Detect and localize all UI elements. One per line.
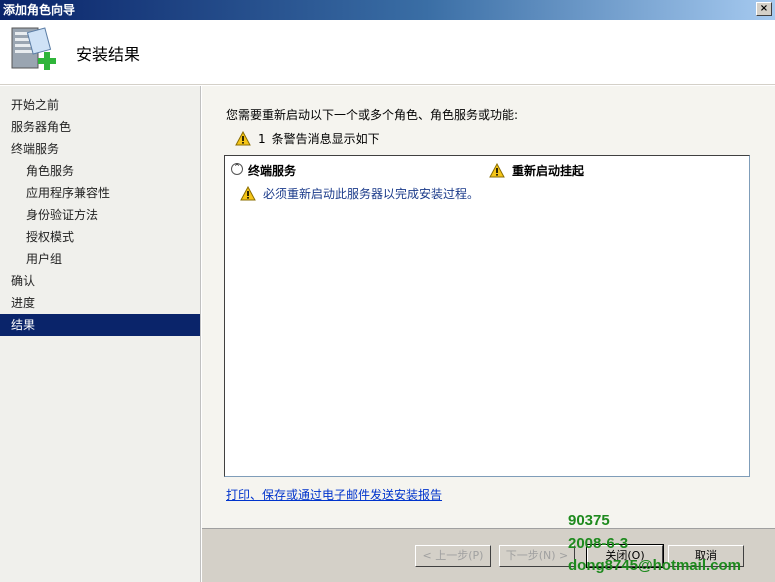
- role-result-header: ⌃ 终端服务 重新启动挂起: [231, 162, 743, 180]
- window-titlebar: 添加角色向导 ×: [0, 0, 775, 20]
- sidebar-item[interactable]: 开始之前: [0, 94, 200, 116]
- intro-text: 您需要重新启动以下一个或多个角色、角色服务或功能:: [226, 108, 519, 122]
- role-status-text: 重新启动挂起: [512, 164, 585, 178]
- sidebar-item[interactable]: 授权模式: [0, 226, 200, 248]
- wizard-sidebar: 开始之前 服务器角色 终端服务 角色服务 应用程序兼容性 身份验证方法 授权模式 用户组 确认进…: [0, 86, 201, 582]
- sidebar-item[interactable]: 身份验证方法: [0, 204, 200, 226]
- sidebar-item[interactable]: 确认: [0, 270, 200, 292]
- role-name: 终端服务: [248, 164, 297, 178]
- sidebar-item[interactable]: 终端服务: [0, 138, 200, 160]
- watermark-id: 90375: [568, 512, 610, 529]
- sidebar-item[interactable]: 用户组: [0, 248, 200, 270]
- results-list[interactable]: ⌃ 终端服务 重新启动挂起 必须重新启动此服务器以完成安装过程。: [224, 155, 750, 477]
- page-title: 安装结果: [76, 45, 141, 64]
- watermark-email: dong8745@hotmail.com: [568, 557, 741, 574]
- close-window-button[interactable]: ×: [756, 2, 772, 16]
- result-message-row: 必须重新启动此服务器以完成安装过程。: [240, 185, 479, 202]
- watermark-date: 2008-6-3: [568, 535, 629, 552]
- wizard-header: 安装结果: [0, 20, 775, 85]
- sidebar-item[interactable]: 进度: [0, 292, 200, 314]
- sidebar-item[interactable]: 角色服务: [0, 160, 200, 182]
- server-add-icon: [11, 27, 56, 70]
- sidebar-item[interactable]: 应用程序兼容性: [0, 182, 200, 204]
- warning-icon: [235, 131, 251, 146]
- collapse-icon[interactable]: ⌃: [231, 163, 243, 175]
- warning-summary: 1 条警告消息显示如下: [235, 130, 380, 147]
- next-button[interactable]: 下一步(N) >: [499, 545, 575, 567]
- warning-count: 1: [258, 131, 266, 146]
- prev-button[interactable]: < 上一步(P): [415, 545, 491, 567]
- report-link[interactable]: 打印、保存或通过电子邮件发送安装报告: [226, 486, 442, 503]
- sidebar-item[interactable]: 服务器角色: [0, 116, 200, 138]
- role-status: 重新启动挂起: [489, 162, 584, 179]
- sidebar-item[interactable]: 结果: [0, 314, 200, 336]
- result-message: 必须重新启动此服务器以完成安装过程。: [263, 187, 480, 201]
- main-content: 您需要重新启动以下一个或多个角色、角色服务或功能: 1 条警告消息显示如下 ⌃ …: [202, 86, 775, 528]
- warning-text: 条警告消息显示如下: [271, 132, 380, 146]
- window-title: 添加角色向导: [3, 3, 76, 17]
- warning-icon: [489, 163, 505, 178]
- warning-icon: [240, 186, 256, 201]
